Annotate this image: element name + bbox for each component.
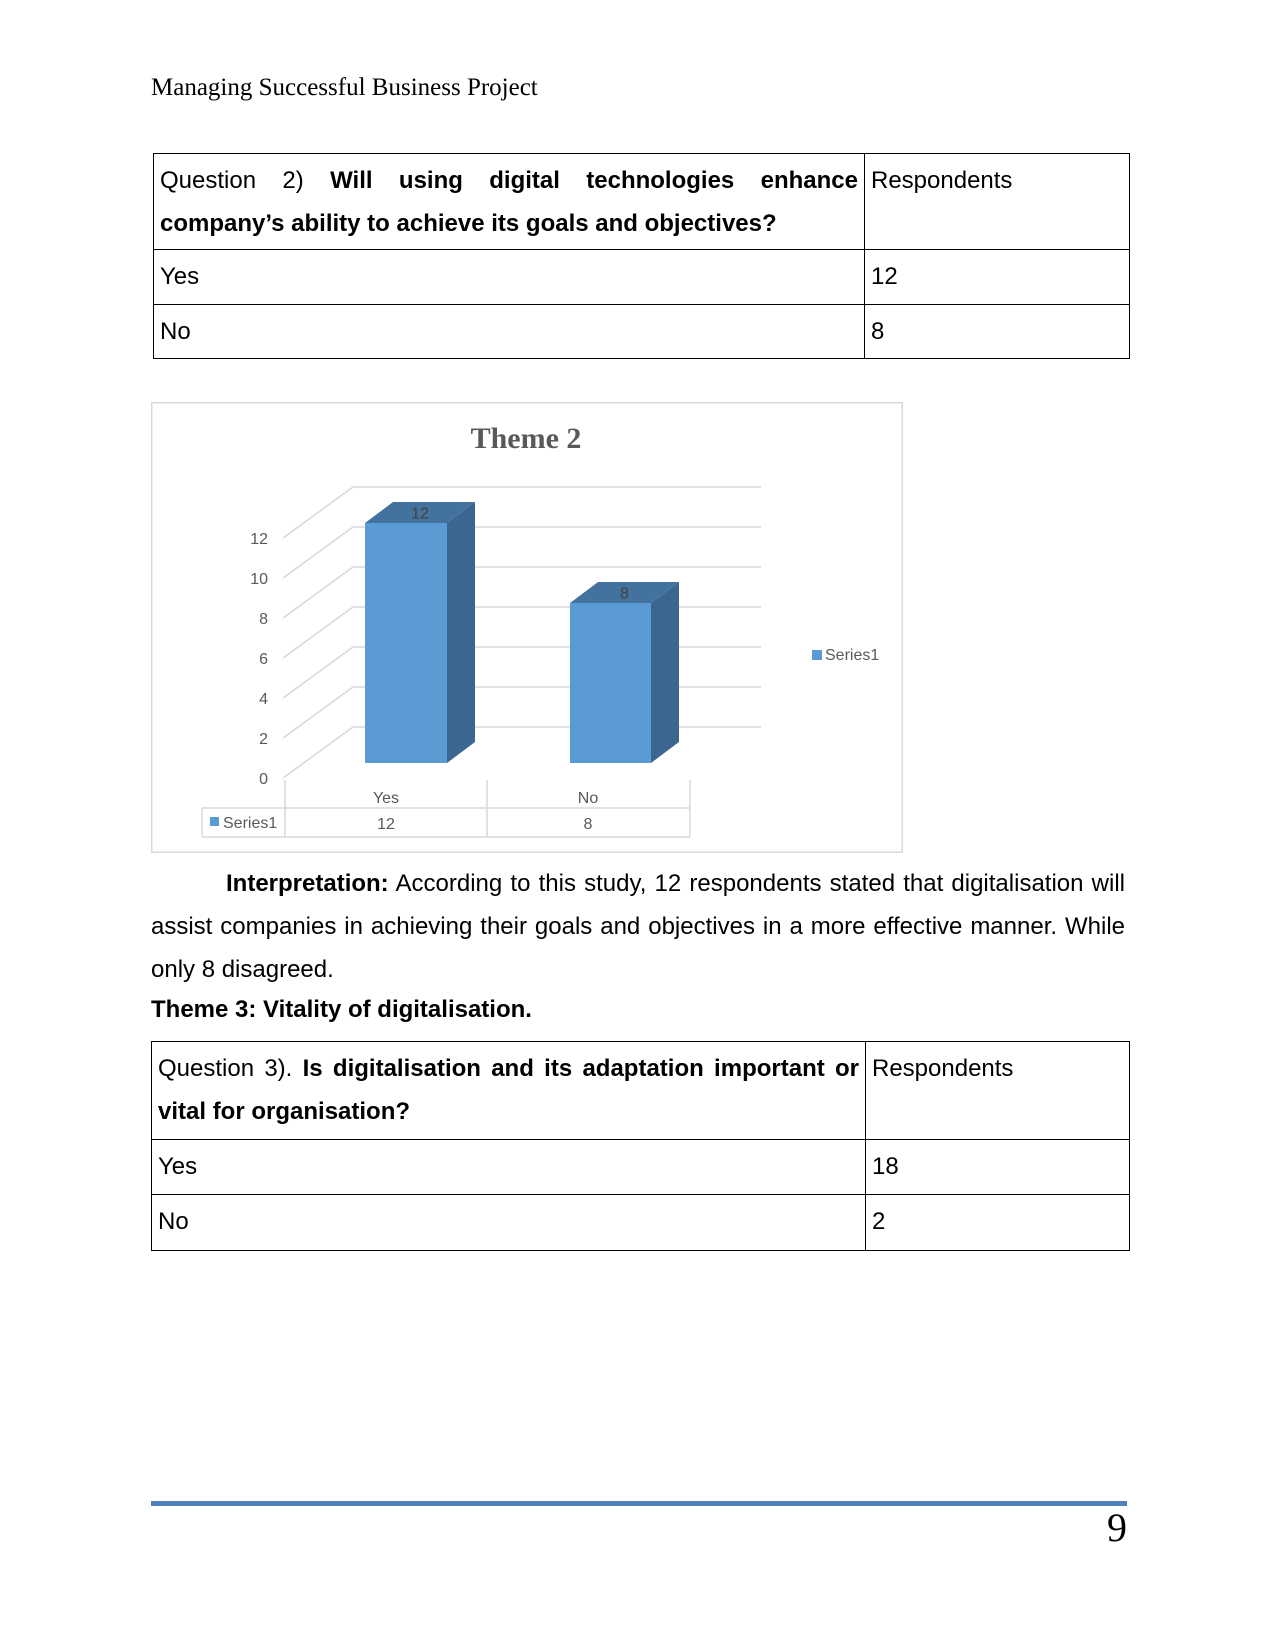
category-label: No	[578, 790, 599, 807]
chart-title: Theme 2	[471, 422, 582, 455]
y-tick-label: 6	[259, 651, 268, 668]
y-tick-label: 4	[259, 691, 268, 708]
respondents-header: Respondents	[865, 1041, 1130, 1140]
answer-label: No	[151, 1194, 866, 1251]
data-table-value: 12	[377, 816, 395, 833]
interpretation-label: Interpretation:	[226, 870, 389, 897]
answer-count: 18	[865, 1139, 1130, 1195]
table-header-row: Question 2) Will using digital technolog…	[153, 153, 1130, 250]
answer-label: Yes	[153, 249, 865, 305]
data-table-series-label: Series1	[223, 815, 277, 832]
page-number: 9	[1107, 1505, 1127, 1550]
question-number: Question 2)	[160, 167, 331, 194]
bar-front-yes	[365, 523, 447, 763]
answer-label: No	[153, 304, 865, 359]
data-table-legend-swatch	[210, 817, 219, 826]
theme-2-chart: Theme 2 0 2 4 6 8 10 12 12 8 Series1 Yes 12 No 8 Se…	[151, 402, 903, 853]
y-tick-label: 0	[259, 771, 268, 788]
question-3-table: Question 3). Is digitalisation and its a…	[151, 1041, 1130, 1251]
bar-side	[651, 582, 679, 763]
question-2-table: Question 2) Will using digital technolog…	[153, 153, 1130, 359]
question-cell: Question 2) Will using digital technolog…	[153, 153, 865, 250]
y-tick-label: 10	[250, 571, 268, 588]
legend-swatch	[812, 650, 822, 660]
answer-count: 12	[864, 249, 1130, 305]
data-label: 12	[411, 506, 429, 523]
respondents-header: Respondents	[864, 153, 1130, 250]
bar-front-no	[570, 603, 651, 763]
footer-rule	[151, 1501, 1127, 1506]
question-number: Question 3).	[158, 1055, 303, 1082]
table-row: Yes 12	[153, 249, 1130, 305]
y-tick-label: 2	[259, 731, 268, 748]
table-row: Yes 18	[151, 1139, 1130, 1195]
running-header: Managing Successful Business Project	[151, 74, 538, 101]
answer-count: 2	[865, 1194, 1130, 1251]
question-cell: Question 3). Is digitalisation and its a…	[151, 1041, 866, 1140]
table-row: No 2	[151, 1194, 1130, 1251]
interpretation-paragraph: Interpretation: According to this study,…	[151, 862, 1125, 991]
answer-count: 8	[864, 304, 1130, 359]
theme-3-heading: Theme 3: Vitality of digitalisation.	[151, 996, 532, 1023]
data-label: 8	[620, 586, 629, 603]
answer-label: Yes	[151, 1139, 866, 1195]
bar-side	[447, 502, 475, 763]
table-header-row: Question 3). Is digitalisation and its a…	[151, 1041, 1130, 1140]
category-label: Yes	[373, 790, 399, 807]
legend-label: Series1	[825, 647, 879, 664]
y-tick-label: 8	[259, 611, 268, 628]
table-row: No 8	[153, 304, 1130, 359]
data-table-value: 8	[584, 816, 593, 833]
y-tick-label: 12	[250, 531, 268, 548]
